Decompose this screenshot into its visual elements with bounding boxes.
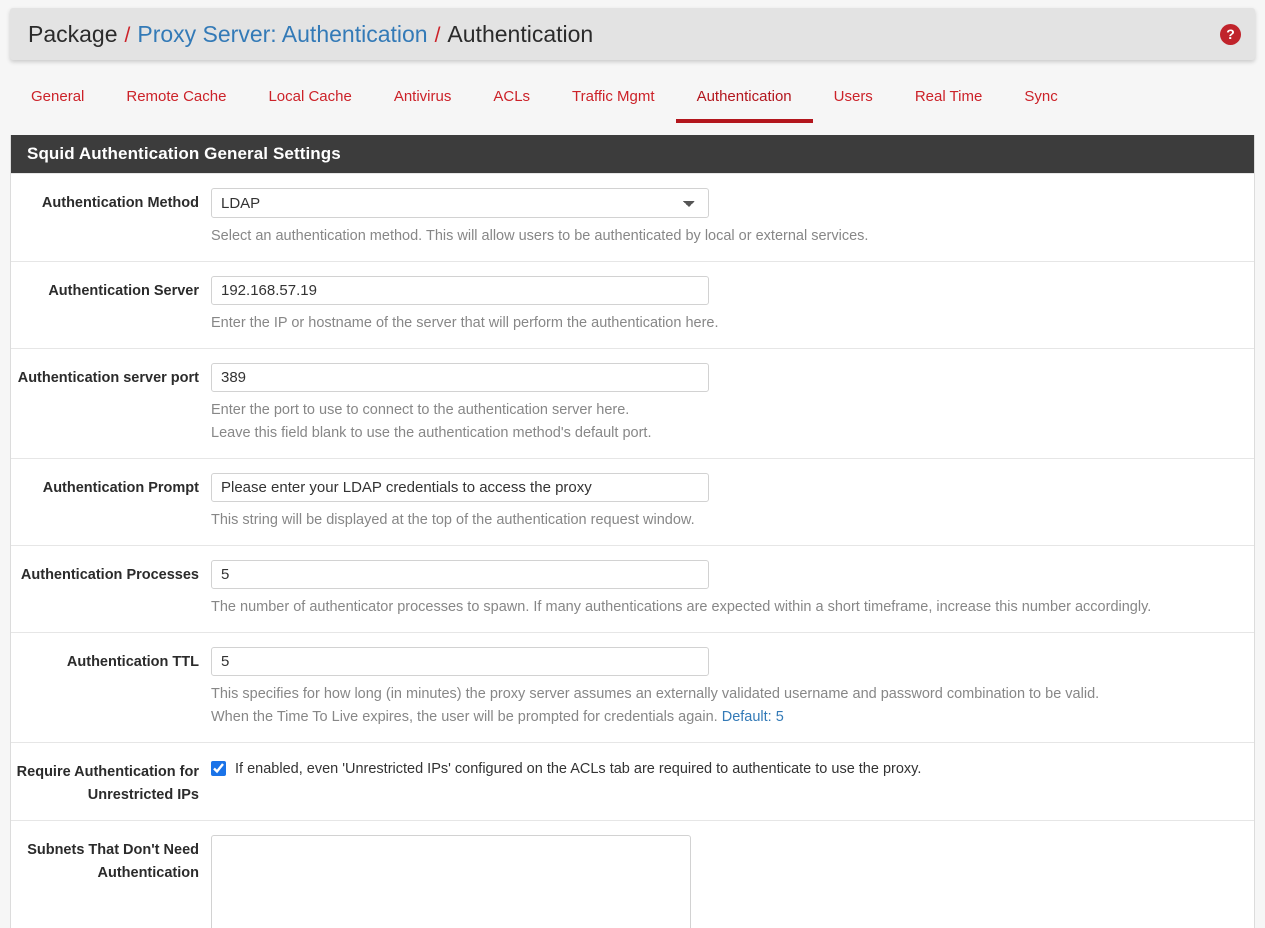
auth-processes-input[interactable] [211, 560, 709, 590]
label-auth-ttl: Authentication TTL [66, 654, 199, 671]
label-auth-server: Authentication Server [48, 283, 199, 300]
tab-real-time[interactable]: Real Time [894, 80, 1004, 105]
settings-panel: Squid Authentication General Settings Au… [10, 135, 1255, 928]
help-auth-ttl-line2-text: When the Time To Live expires, the user … [211, 709, 722, 726]
tab-users[interactable]: Users [813, 80, 894, 105]
label-subnets-no-auth: Subnets That Don't Need Authentication [27, 842, 199, 881]
help-auth-ttl-line2: When the Time To Live expires, the user … [211, 706, 1240, 728]
auth-method-select[interactable]: LDAP [211, 188, 709, 218]
label-auth-port: Authentication server port [17, 370, 199, 387]
form-row-auth-ttl: Authentication TTL This specifies for ho… [11, 632, 1254, 743]
form-row-subnets-no-auth: Subnets That Don't Need Authentication E… [11, 820, 1254, 928]
tab-antivirus[interactable]: Antivirus [373, 80, 473, 105]
control-auth-server: Enter the IP or hostname of the server t… [211, 276, 1254, 334]
label-require-auth-unrestricted: Require Authentication for Unrestricted … [16, 764, 199, 803]
auth-ttl-input[interactable] [211, 647, 709, 677]
auth-server-input[interactable] [211, 276, 709, 306]
label-auth-method: Authentication Method [41, 195, 199, 211]
auth-ttl-default-link[interactable]: Default: 5 [722, 709, 784, 725]
help-auth-method: Select an authentication method. This wi… [211, 228, 869, 244]
form-row-auth-prompt: Authentication Prompt This string will b… [11, 458, 1254, 546]
breadcrumb-separator: / [124, 23, 131, 47]
tab-local-cache[interactable]: Local Cache [247, 80, 372, 105]
breadcrumb-root: Package [28, 20, 118, 47]
auth-port-input[interactable] [211, 363, 709, 393]
auth-prompt-input[interactable] [211, 473, 709, 503]
checkbox-line: If enabled, even 'Unrestricted IPs' conf… [211, 757, 1240, 779]
control-auth-method: LDAP Select an authentication method. Th… [211, 188, 1254, 247]
label-auth-prompt: Authentication Prompt [42, 480, 199, 497]
require-auth-unrestricted-checkbox[interactable] [211, 761, 226, 777]
panel-heading: Squid Authentication General Settings [11, 135, 1254, 173]
form-row-auth-processes: Authentication Processes The number of a… [11, 545, 1254, 633]
control-auth-port: Enter the port to use to connect to the … [211, 363, 1254, 444]
breadcrumb-separator: / [434, 23, 441, 47]
form-row-auth-server: Authentication Server Enter the IP or ho… [11, 261, 1254, 349]
subnets-no-auth-textarea[interactable] [211, 835, 691, 928]
tab-remote-cache[interactable]: Remote Cache [105, 80, 247, 105]
label-auth-processes: Authentication Processes [20, 567, 199, 584]
tab-sync[interactable]: Sync [1003, 80, 1078, 105]
tab-traffic-mgmt[interactable]: Traffic Mgmt [551, 80, 676, 105]
help-auth-port-line2: Leave this field blank to use the authen… [211, 425, 652, 442]
breadcrumb: Package / Proxy Server: Authentication /… [28, 21, 1220, 48]
form-row-require-auth-unrestricted: Require Authentication for Unrestricted … [11, 742, 1254, 821]
form-row-auth-method: Authentication Method LDAP Select an aut… [11, 173, 1254, 262]
control-require-auth-unrestricted: If enabled, even 'Unrestricted IPs' conf… [211, 757, 1254, 806]
breadcrumb-current: Authentication [447, 20, 594, 47]
breadcrumb-bar: Package / Proxy Server: Authentication /… [10, 8, 1255, 60]
help-auth-prompt: This string will be displayed at the top… [211, 512, 695, 529]
require-auth-unrestricted-checkbox-label: If enabled, even 'Unrestricted IPs' conf… [235, 761, 922, 778]
control-auth-processes: The number of authenticator processes to… [211, 560, 1254, 618]
help-auth-server: Enter the IP or hostname of the server t… [211, 315, 719, 332]
tab-bar: General Remote Cache Local Cache Antivir… [0, 80, 1265, 130]
breadcrumb-link-proxy-server[interactable]: Proxy Server: Authentication [137, 21, 427, 48]
help-auth-ttl-line1: This specifies for how long (in minutes)… [211, 686, 1100, 703]
tab-general[interactable]: General [10, 80, 105, 105]
help-auth-processes: The number of authenticator processes to… [211, 599, 1152, 616]
help-auth-port-line1: Enter the port to use to connect to the … [211, 402, 630, 419]
control-auth-ttl: This specifies for how long (in minutes)… [211, 647, 1254, 728]
form-row-auth-port: Authentication server port Enter the por… [11, 348, 1254, 459]
help-icon[interactable]: ? [1220, 23, 1241, 45]
control-subnets-no-auth: Enter subnet(s) or IP address(es) (in CI… [211, 835, 1254, 928]
tab-acls[interactable]: ACLs [472, 80, 551, 105]
tab-authentication[interactable]: Authentication [675, 80, 813, 123]
control-auth-prompt: This string will be displayed at the top… [211, 473, 1254, 531]
